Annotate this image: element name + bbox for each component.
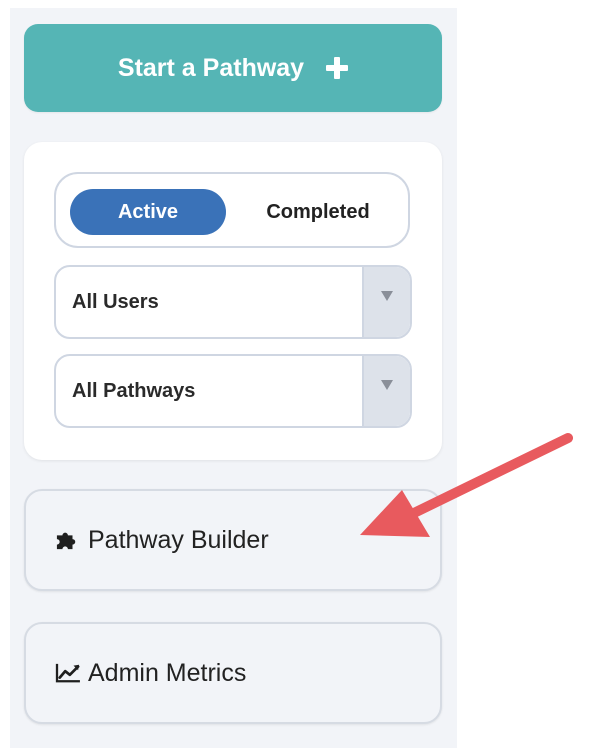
status-toggle: Active Completed <box>54 172 410 248</box>
users-select-value: All Users <box>72 290 159 313</box>
pathways-select-value: All Pathways <box>72 379 196 402</box>
users-select[interactable]: All Users <box>54 265 412 339</box>
pathways-select[interactable]: All Pathways <box>54 354 412 428</box>
line-chart-icon <box>54 661 82 685</box>
caret-down-icon <box>381 380 393 390</box>
toggle-active[interactable]: Active <box>70 189 226 235</box>
filter-card: Active Completed All Users All Pathways <box>24 142 442 460</box>
puzzle-piece-icon <box>54 528 82 552</box>
annotation-arrow <box>360 433 573 537</box>
admin-metrics-link[interactable]: Admin Metrics <box>24 622 442 724</box>
users-select-toggle[interactable] <box>362 267 410 337</box>
plus-icon <box>326 57 349 79</box>
pathways-select-toggle[interactable] <box>362 356 410 426</box>
pathway-builder-label: Pathway Builder <box>88 525 269 554</box>
start-pathway-button[interactable]: Start a Pathway <box>24 24 442 112</box>
toggle-completed[interactable]: Completed <box>238 189 398 235</box>
start-pathway-label: Start a Pathway <box>117 53 305 82</box>
caret-down-icon <box>381 291 393 301</box>
admin-metrics-label: Admin Metrics <box>88 658 247 687</box>
